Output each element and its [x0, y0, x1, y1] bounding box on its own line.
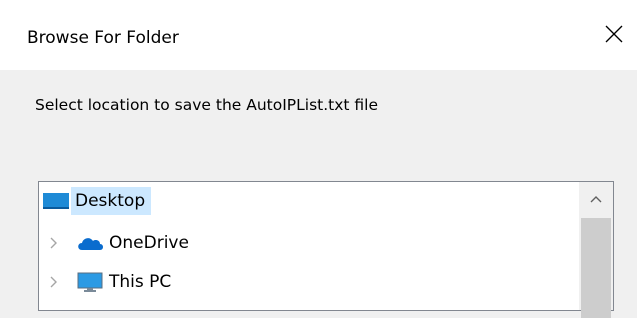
browse-for-folder-dialog: Browse For Folder Select location to sav… — [0, 0, 637, 318]
scroll-thumb[interactable] — [581, 218, 611, 318]
chevron-up-icon — [590, 196, 602, 203]
computer-icon — [75, 271, 105, 293]
onedrive-cloud-icon — [75, 232, 105, 254]
close-icon — [605, 25, 623, 43]
desktop-icon — [41, 190, 71, 212]
close-button[interactable] — [591, 14, 637, 54]
vertical-scrollbar[interactable] — [579, 182, 613, 318]
tree-item-label: OneDrive — [109, 233, 189, 253]
tree-item-this-pc[interactable]: This PC — [75, 267, 177, 297]
folder-tree[interactable]: Desktop OneDrive This PC — [38, 181, 614, 318]
title-bar: Browse For Folder — [0, 0, 637, 70]
tree-item-onedrive[interactable]: OneDrive — [75, 228, 195, 258]
window-title: Browse For Folder — [27, 28, 179, 48]
instruction-text: Select location to save the AutoIPList.t… — [35, 96, 379, 114]
scroll-up-button[interactable] — [579, 182, 613, 216]
tree-item-label: This PC — [109, 272, 172, 292]
tree-item-label: Desktop — [71, 187, 152, 215]
chevron-right-icon[interactable] — [47, 236, 61, 250]
tree-item-desktop[interactable]: Desktop — [41, 186, 152, 216]
chevron-right-icon[interactable] — [47, 275, 61, 289]
